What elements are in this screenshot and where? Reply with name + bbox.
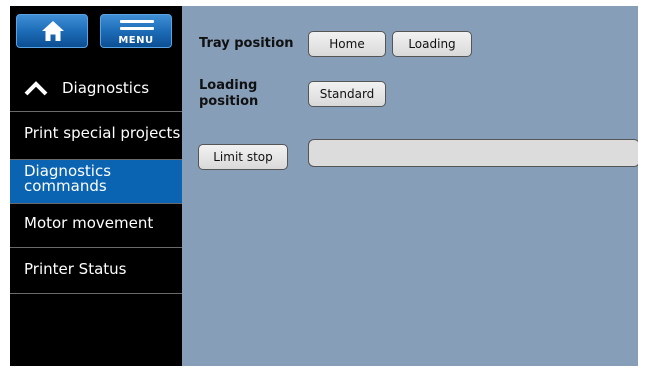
- sidebar-item-label: Diagnostics commands: [24, 162, 112, 195]
- hamburger-icon: [120, 20, 154, 34]
- tray-position-label: Tray position: [199, 36, 294, 51]
- sidebar-item-print-special-projects[interactable]: Print special projects: [10, 112, 182, 160]
- home-icon: [42, 21, 64, 41]
- main-panel: Tray position Home Loading Loading posit…: [182, 6, 638, 366]
- sidebar-item-label: Printer Status: [24, 260, 127, 278]
- sidebar: MENU Diagnostics Print special projects …: [10, 6, 182, 366]
- menu-label: MENU: [118, 35, 154, 46]
- home-position-button[interactable]: Home: [308, 31, 386, 57]
- sidebar-item-label: Motor movement: [24, 214, 154, 232]
- menu-button[interactable]: MENU: [100, 14, 172, 48]
- loading-position-button[interactable]: Loading: [392, 31, 472, 57]
- sidebar-header-label: Diagnostics: [62, 78, 150, 97]
- loading-position-label: Loading position: [199, 78, 259, 109]
- sidebar-item-label: Print special projects: [24, 124, 181, 142]
- sidebar-item-motor-movement[interactable]: Motor movement: [10, 204, 182, 248]
- limit-stop-button[interactable]: Limit stop: [198, 144, 288, 170]
- limit-stop-field: [308, 139, 638, 167]
- standard-button[interactable]: Standard: [308, 81, 386, 107]
- sidebar-item-printer-status[interactable]: Printer Status: [10, 248, 182, 294]
- chevron-up-icon: [24, 80, 48, 95]
- sidebar-diagnostics-header[interactable]: Diagnostics: [10, 64, 182, 112]
- home-button[interactable]: [16, 14, 88, 48]
- sidebar-item-diagnostics-commands[interactable]: Diagnostics commands: [10, 160, 182, 204]
- app-window: MENU Diagnostics Print special projects …: [10, 6, 638, 366]
